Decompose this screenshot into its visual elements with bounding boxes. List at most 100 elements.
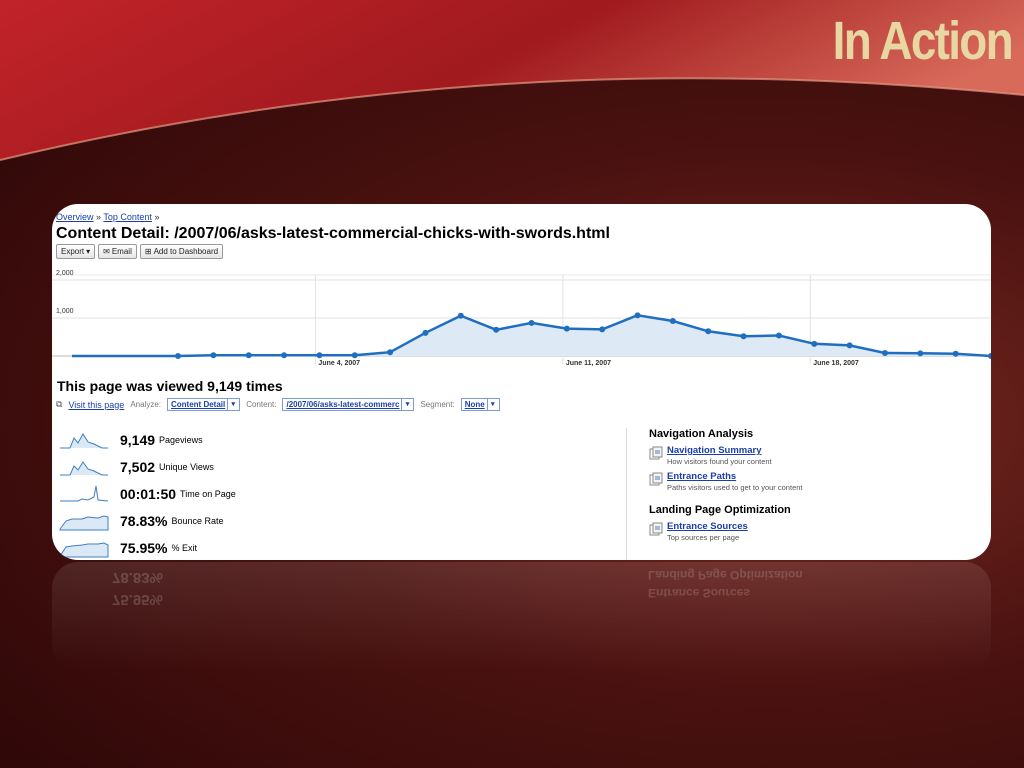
metric-row: 7,502 Unique Views	[58, 453, 236, 480]
y-tick-label: 2,000	[56, 270, 74, 277]
page-views-summary: This page was viewed 9,149 times	[57, 378, 283, 394]
link-description: Top sources per page	[667, 533, 740, 542]
analyze-value: Content Detail	[171, 400, 226, 409]
chart-point	[457, 312, 464, 319]
metric-row: 9,149 Pageviews	[58, 426, 236, 453]
link-description: Paths visitors used to get to your conte…	[667, 483, 803, 492]
chevron-down-icon: ▾	[486, 399, 498, 410]
visit-page-link[interactable]: Visit this page	[68, 400, 124, 410]
content-label: Content:	[246, 400, 277, 409]
chart-point	[422, 329, 429, 336]
metrics-list: 9,149 Pageviews 7,502 Unique Views 00:01…	[58, 426, 236, 560]
chart-x-axis: June 4, 2007 June 11, 2007 June 18, 2007	[318, 360, 858, 366]
chart-point	[669, 318, 676, 325]
chart-point	[528, 319, 535, 326]
toolbar: Export ▾ ✉ Email ⊞ Add to Dashboard	[56, 244, 224, 259]
chart-point	[210, 352, 217, 359]
chart-point	[351, 352, 358, 359]
link-description: How visitors found your content	[667, 457, 772, 466]
metric-value: 00:01:50	[120, 485, 177, 502]
sparkline-icon	[59, 541, 109, 557]
metric-row: 75.95% % Exit	[58, 534, 236, 560]
navigation-analysis-heading: Navigation Analysis	[649, 428, 754, 440]
chevron-down-icon: ▾	[401, 399, 412, 410]
dashboard-icon: ⊞	[144, 247, 152, 256]
add-to-dashboard-button[interactable]: ⊞ Add to Dashboard	[139, 244, 224, 259]
x-tick-label: June 18, 2007	[813, 360, 859, 366]
report-link-item[interactable]: Entrance Paths Paths visitors used to ge…	[649, 471, 803, 492]
breadcrumb-separator: »	[154, 212, 160, 222]
y-tick-label: 1,000	[56, 308, 74, 315]
analyze-label: Analyze:	[130, 400, 161, 409]
sparkline-icon	[60, 432, 108, 448]
email-button[interactable]: ✉ Email	[98, 244, 137, 259]
analytics-screenshot: Overview » Top Content » Content Detail:…	[52, 204, 991, 560]
email-label: Email	[111, 247, 132, 256]
breadcrumb-top-content[interactable]: Top Content	[103, 212, 152, 222]
reflection-metric: 75.95%	[112, 591, 163, 608]
chart-point	[634, 312, 641, 319]
chevron-down-icon: ▾	[86, 247, 91, 256]
metric-label: % Exit	[171, 542, 197, 553]
entrance-sources-link[interactable]: Entrance Sources	[667, 521, 748, 532]
reflection-heading: Landing Page Optimization	[648, 568, 803, 582]
landing-page-optimization-heading: Landing Page Optimization	[649, 504, 791, 516]
page-title: Content Detail: /2007/06/asks-latest-com…	[56, 225, 610, 242]
chart-y-axis: 2,000 1,000	[56, 270, 74, 315]
metric-label: Time on Page	[180, 488, 236, 499]
dashboard-label: Add to Dashboard	[153, 247, 219, 256]
chart-point	[846, 342, 853, 349]
screenshot-reflection: 75.95% 78.83% Entrance Sources Landing P…	[52, 562, 991, 672]
chart-point	[563, 325, 570, 332]
column-divider	[626, 428, 627, 560]
sparkline-icon	[60, 485, 109, 501]
metric-value: 9,149	[120, 431, 156, 448]
metric-value: 75.95%	[120, 539, 168, 556]
export-button[interactable]: Export ▾	[56, 244, 96, 259]
chart-point	[952, 350, 959, 357]
metric-label: Unique Views	[159, 461, 214, 472]
chart-point	[316, 352, 323, 359]
breadcrumb-separator: »	[96, 212, 102, 222]
sparkline-icon	[60, 460, 108, 475]
breadcrumb-overview[interactable]: Overview	[56, 212, 94, 222]
chart-point	[775, 332, 782, 339]
metric-value: 78.83%	[120, 512, 168, 529]
chart-point	[493, 326, 500, 333]
entrance-paths-link[interactable]: Entrance Paths	[667, 471, 803, 482]
segment-select[interactable]: None ▾	[460, 398, 500, 411]
report-icon	[649, 522, 663, 536]
metric-value: 7,502	[120, 458, 156, 475]
reflection-link: Entrance Sources	[648, 586, 751, 600]
metric-row: 00:01:50 Time on Page	[58, 480, 236, 507]
chart-point	[245, 352, 252, 359]
segment-label: Segment:	[420, 400, 455, 409]
segment-value: None	[464, 400, 485, 409]
pageviews-chart: 2,0001,000 June 4, 2007 June 11, 2007 June…	[52, 270, 991, 366]
chart-point	[599, 326, 606, 333]
chart-point	[387, 349, 394, 356]
reflection-metric: 78.83%	[112, 569, 163, 586]
chart-point	[881, 349, 888, 356]
content-value: /2007/06/asks-latest-commerc	[286, 400, 400, 409]
chart-point	[175, 353, 182, 359]
chevron-down-icon: ▾	[227, 399, 238, 410]
filter-bar: ⧉ Visit this page Analyze: Content Detai…	[56, 398, 500, 411]
content-select[interactable]: /2007/06/asks-latest-commerc ▾	[282, 398, 415, 411]
report-link-item[interactable]: Entrance Sources Top sources per page	[649, 521, 803, 542]
navigation-summary-link[interactable]: Navigation Summary	[667, 445, 772, 456]
reflection-text: Entrance Sources Landing Page Optimizati…	[648, 566, 803, 602]
sparkline-icon	[59, 514, 109, 530]
x-tick-label: June 11, 2007	[566, 360, 611, 366]
report-links-panel: Navigation Analysis Navigation Summary H…	[649, 428, 803, 547]
report-link-item[interactable]: Navigation Summary How visitors found yo…	[649, 445, 803, 466]
external-link-icon: ⧉	[56, 399, 63, 409]
slide-title: In Action	[832, 11, 1014, 71]
breadcrumb: Overview » Top Content »	[56, 212, 159, 222]
analyze-select[interactable]: Content Detail ▾	[167, 398, 241, 411]
chart-point	[705, 328, 712, 335]
reflection-text: 75.95% 78.83%	[112, 566, 163, 610]
chart-point	[917, 350, 924, 357]
report-icon	[649, 472, 663, 486]
chart-point	[988, 353, 991, 359]
